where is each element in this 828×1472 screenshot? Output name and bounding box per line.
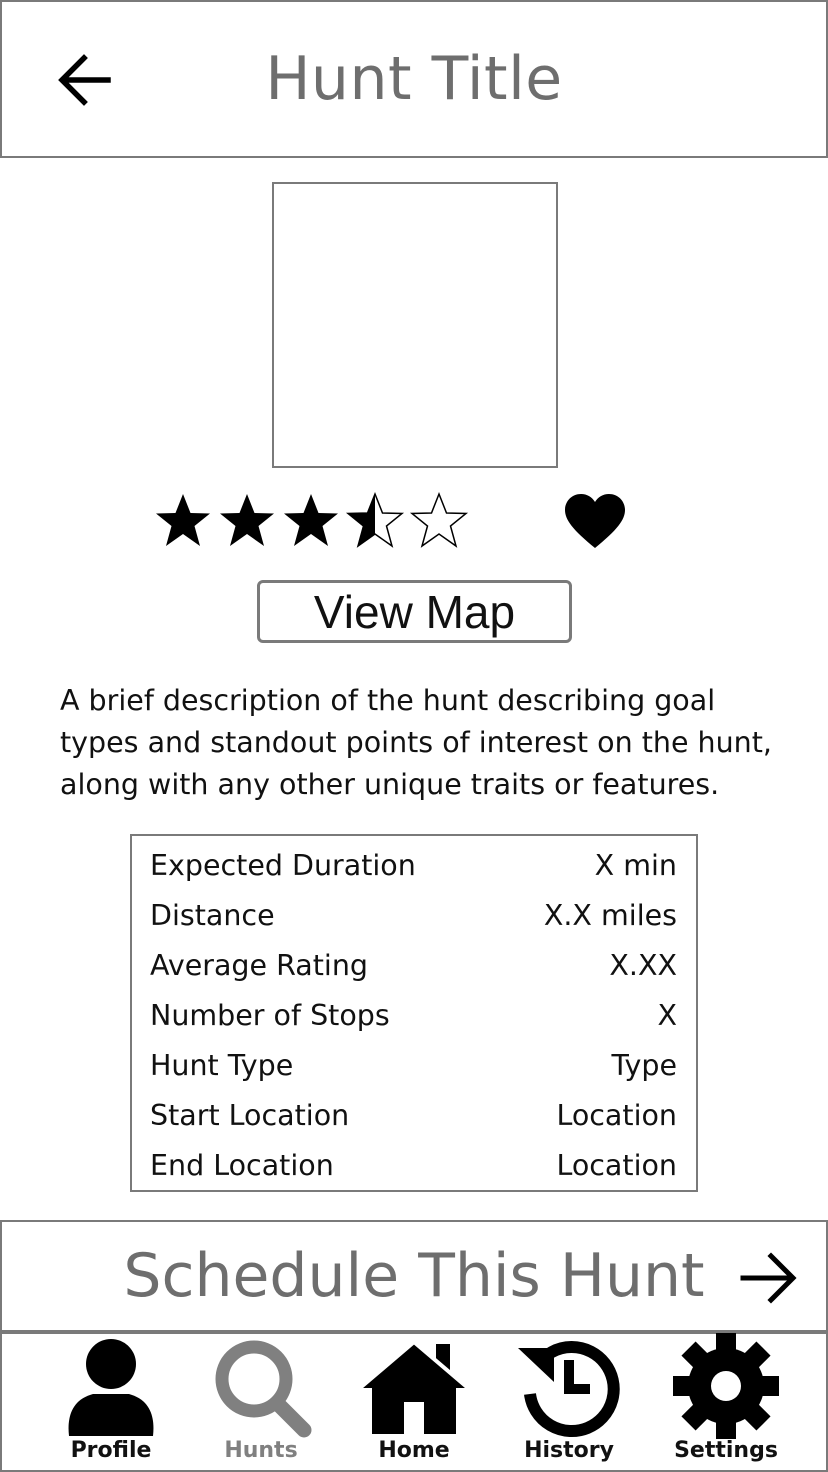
favorite-heart-icon[interactable] bbox=[563, 492, 627, 552]
stat-value: Location bbox=[556, 1099, 677, 1132]
stat-value: X min bbox=[594, 849, 677, 882]
star-full-icon bbox=[156, 494, 210, 546]
nav-label: History bbox=[524, 1438, 614, 1463]
person-icon bbox=[68, 1339, 154, 1436]
nav-item-hunts[interactable]: Hunts bbox=[186, 1334, 336, 1470]
nav-label: Profile bbox=[70, 1438, 152, 1463]
back-arrow-icon bbox=[58, 54, 111, 106]
stat-label: Number of Stops bbox=[150, 999, 390, 1032]
stat-label: End Location bbox=[150, 1149, 334, 1182]
search-icon bbox=[215, 1340, 312, 1438]
stat-row: Expected Duration X min bbox=[150, 848, 677, 898]
nav-item-history[interactable]: History bbox=[494, 1334, 644, 1470]
stat-label: Expected Duration bbox=[150, 849, 416, 882]
stat-value: X.X miles bbox=[543, 899, 677, 932]
hunt-image-placeholder bbox=[272, 182, 558, 468]
hunt-description: A brief description of the hunt describi… bbox=[60, 684, 772, 801]
stat-row: Number of Stops X bbox=[150, 998, 677, 1048]
header-bar bbox=[0, 0, 828, 158]
history-icon bbox=[518, 1341, 620, 1438]
hunt-stats-table: Expected Duration X min Distance X.X mil… bbox=[130, 834, 698, 1192]
stat-label: Hunt Type bbox=[150, 1049, 294, 1082]
stat-value: Type bbox=[611, 1049, 677, 1082]
stat-row: End Location Location bbox=[150, 1148, 677, 1198]
rating-stars bbox=[152, 490, 470, 550]
back-button[interactable] bbox=[48, 40, 120, 120]
star-full-icon bbox=[220, 494, 274, 546]
forward-arrow-icon bbox=[740, 1252, 797, 1304]
stat-label: Average Rating bbox=[150, 949, 368, 982]
nav-label: Home bbox=[378, 1438, 450, 1463]
star-half-icon bbox=[345, 491, 405, 548]
nav-item-settings[interactable]: Settings bbox=[651, 1333, 801, 1470]
view-map-button[interactable]: View Map bbox=[257, 580, 572, 643]
nav-item-profile[interactable]: Profile bbox=[36, 1334, 186, 1470]
nav-label: Settings bbox=[674, 1438, 778, 1463]
stat-row: Start Location Location bbox=[150, 1098, 677, 1148]
stat-row: Hunt Type Type bbox=[150, 1048, 677, 1098]
gear-icon bbox=[673, 1333, 779, 1439]
stat-label: Distance bbox=[150, 899, 275, 932]
stat-row: Average Rating X.XX bbox=[150, 948, 677, 998]
nav-item-home[interactable]: Home bbox=[339, 1334, 489, 1470]
stat-row: Distance X.X miles bbox=[150, 898, 677, 948]
schedule-arrow[interactable] bbox=[736, 1246, 802, 1310]
schedule-hunt-button[interactable] bbox=[0, 1220, 828, 1332]
stat-label: Start Location bbox=[150, 1099, 350, 1132]
stat-value: X bbox=[657, 999, 677, 1032]
stat-value: Location bbox=[556, 1149, 677, 1182]
star-empty-icon bbox=[409, 491, 469, 548]
star-full-icon bbox=[284, 494, 338, 546]
nav-label: Hunts bbox=[224, 1438, 298, 1463]
stat-value: X.XX bbox=[609, 949, 677, 982]
home-icon bbox=[358, 1339, 470, 1434]
